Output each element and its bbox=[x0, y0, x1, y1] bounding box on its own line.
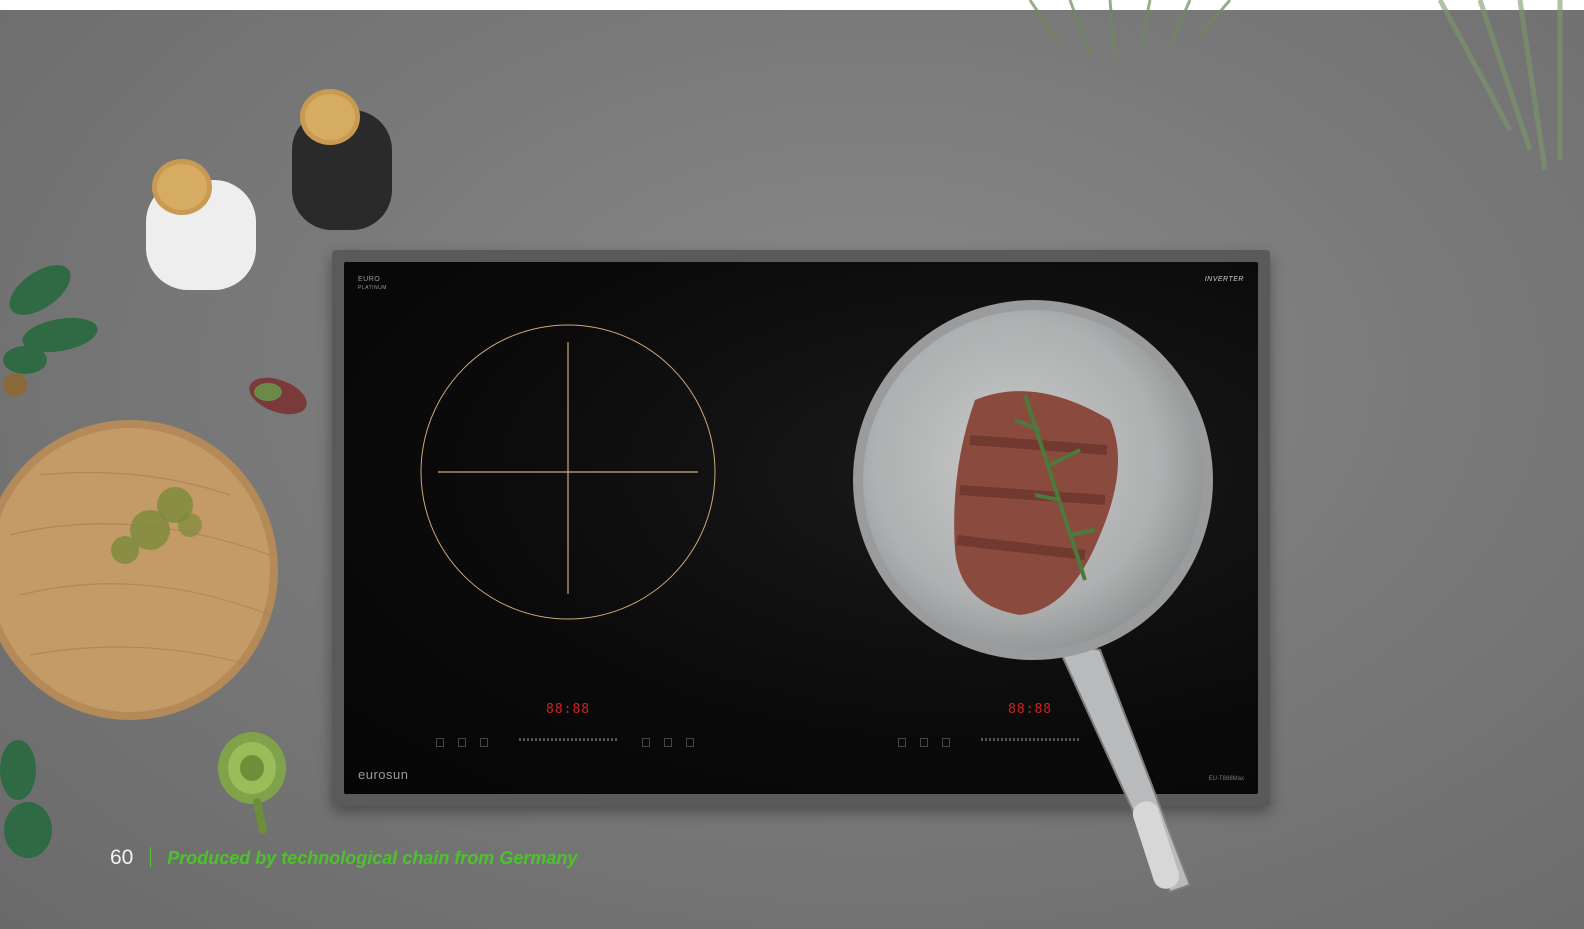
left-power-slider bbox=[519, 738, 619, 741]
frying-pan bbox=[853, 300, 1213, 894]
page-footer: 60 Produced by technological chain from … bbox=[110, 846, 577, 870]
cooking-zone-left bbox=[420, 324, 716, 620]
palm-leaf-top bbox=[1028, 0, 1232, 61]
countertop-photo: EURO PLATINUM INVERTER 88:88 88:88 euros… bbox=[0, 0, 1584, 929]
cutting-board bbox=[0, 420, 278, 720]
footer-tagline: Produced by technological chain from Ger… bbox=[167, 848, 578, 868]
pan-handle bbox=[1053, 638, 1192, 894]
cooktop-brand-label: EURO PLATINUM bbox=[358, 276, 387, 291]
artichoke bbox=[218, 732, 286, 834]
eurosun-logo: eurosun bbox=[358, 767, 409, 782]
pine-sprig bbox=[3, 265, 98, 397]
left-timer-display: 88:88 bbox=[546, 702, 591, 717]
page-number: 60 bbox=[110, 846, 134, 869]
pine-sprig-bottom bbox=[0, 740, 52, 858]
palm-leaf-right bbox=[1437, 0, 1563, 171]
left-touch-controls bbox=[436, 734, 502, 747]
footer-divider bbox=[149, 847, 151, 867]
left-timer-controls bbox=[642, 734, 708, 747]
flower-bud bbox=[249, 377, 307, 415]
inverter-badge: INVERTER bbox=[1204, 276, 1244, 283]
catalog-page: EURO PLATINUM INVERTER 88:88 88:88 euros… bbox=[0, 0, 1584, 929]
